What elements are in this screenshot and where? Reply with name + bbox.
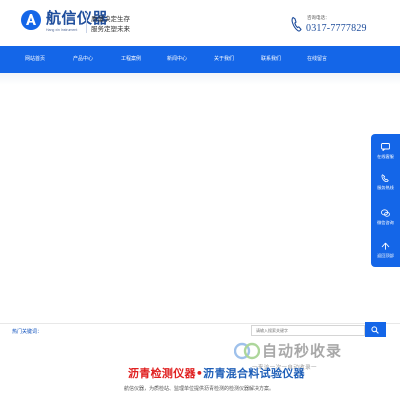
hot-keywords-label: 热门关键词： <box>12 329 43 335</box>
keyword-divider <box>0 323 400 324</box>
watermark-text: 自动秒收录 <box>262 342 343 360</box>
rail-item-hotline[interactable]: 服务热线 <box>371 185 400 191</box>
arrow-up-icon <box>381 242 390 250</box>
phone-icon <box>291 16 302 32</box>
search-icon <box>371 326 379 334</box>
nav-item-cases[interactable]: 工程案例 <box>111 46 151 73</box>
floating-contact-rail: 在线客服 服务热线 微信咨询 返回顶部 <box>371 134 400 267</box>
headline-part-1: 沥青检测仪器 <box>128 367 196 380</box>
nav-item-contact[interactable]: 联系我们 <box>251 46 291 73</box>
rail-item-label: 在线客服 <box>377 154 394 159</box>
slogan-line-2: 服务定塑未来 <box>91 25 130 33</box>
search-input[interactable] <box>251 325 365 336</box>
rail-item-label: 返回顶部 <box>377 253 394 258</box>
section-headline: 沥青检测仪器•沥青混合料试验仪器 <box>128 365 305 381</box>
headline-part-2: 沥青混合料试验仪器 <box>203 367 305 380</box>
search-button[interactable] <box>365 322 386 337</box>
nav-item-message[interactable]: 在线留言 <box>297 46 337 73</box>
phone-icon <box>381 174 389 182</box>
rail-item-label: 微信咨询 <box>377 220 394 225</box>
intro-text: 航信仪器，为质检站、监理单位提供沥青检测的检测仪器解决方案。 <box>124 386 275 392</box>
nav-item-about[interactable]: 关于我们 <box>204 46 244 73</box>
rail-item-back-to-top[interactable]: 返回顶部 <box>371 253 400 259</box>
chat-icon <box>381 143 390 151</box>
rail-item-label: 服务热线 <box>377 185 394 190</box>
nav-item-home[interactable]: 网站首页 <box>15 46 55 73</box>
site-header: 航信仪器 Hang xin Instrument 质量决定生存 服务定塑未来 咨… <box>0 0 400 46</box>
nav-item-products[interactable]: 产品中心 <box>63 46 103 73</box>
rail-item-online-service[interactable]: 在线客服 <box>371 154 400 160</box>
watermark-logo-icon <box>234 342 260 360</box>
wechat-icon <box>381 209 390 217</box>
logo-subtitle: Hang xin Instrument <box>46 28 78 32</box>
nav-item-news[interactable]: 新闻中心 <box>157 46 197 73</box>
main-nav: 网站首页 产品中心 工程案例 新闻中心 关于我们 联系我们 在线留言 <box>0 46 400 73</box>
logo-icon[interactable] <box>20 9 42 31</box>
logo-divider <box>86 13 87 33</box>
hotline-number[interactable]: 0317-7777829 <box>306 23 367 34</box>
banner-area <box>0 73 400 85</box>
slogan-line-1: 质量决定生存 <box>91 15 130 23</box>
hotline-label: 咨询电话： <box>307 16 330 21</box>
rail-item-wechat[interactable]: 微信咨询 <box>371 220 400 226</box>
